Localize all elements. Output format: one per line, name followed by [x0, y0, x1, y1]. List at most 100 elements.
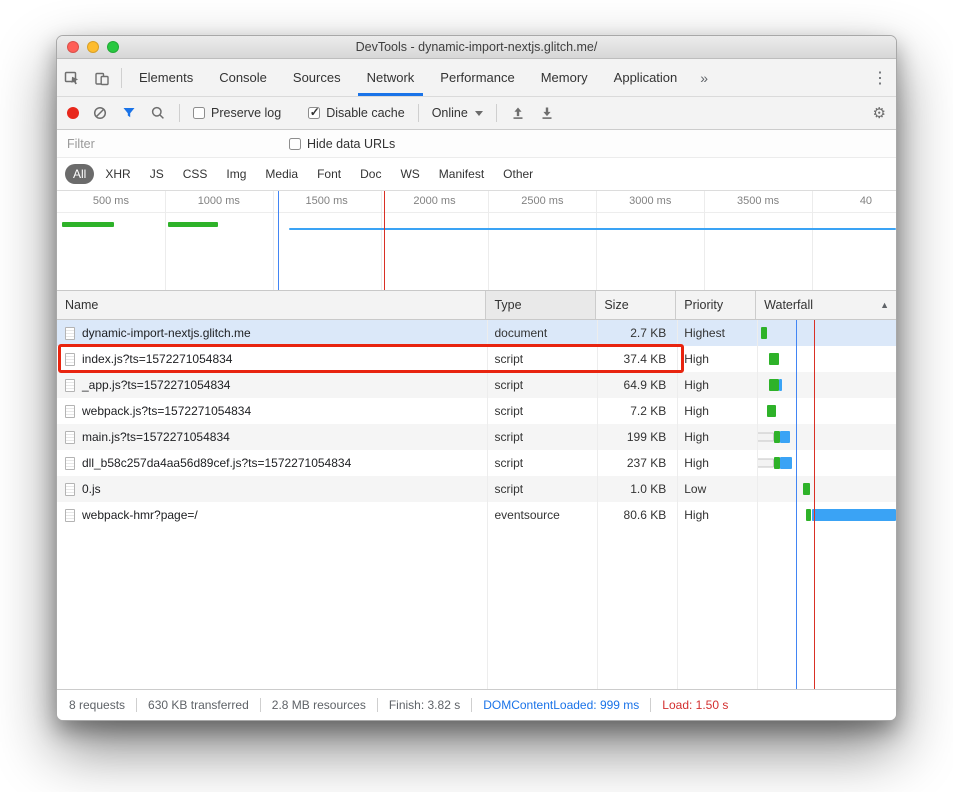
waterfall-bar-green — [806, 509, 811, 521]
type-cell: eventsource — [486, 502, 596, 528]
type-filter-xhr[interactable]: XHR — [97, 164, 138, 184]
type-cell: script — [486, 398, 596, 424]
column-header-waterfall[interactable]: Waterfall ▲ — [756, 291, 896, 319]
checkbox-box — [308, 107, 320, 119]
column-header-name[interactable]: Name — [57, 291, 486, 319]
request-row[interactable]: 0.jsscript1.0 KBLow — [57, 476, 896, 502]
overview-bar-green — [168, 222, 218, 227]
inspect-element-button[interactable] — [57, 59, 87, 96]
request-name: _app.js?ts=1572271054834 — [82, 372, 230, 398]
name-cell: webpack-hmr?page=/ — [57, 502, 486, 528]
waterfall-bar-green — [767, 405, 776, 417]
tab-elements[interactable]: Elements — [126, 59, 206, 96]
zoom-window-button[interactable] — [107, 41, 119, 53]
priority-cell: High — [676, 346, 756, 372]
waterfall-cell — [756, 450, 896, 476]
type-filter-font[interactable]: Font — [309, 164, 349, 184]
type-filter-media[interactable]: Media — [257, 164, 306, 184]
import-har-button[interactable] — [510, 105, 526, 121]
tab-performance[interactable]: Performance — [427, 59, 527, 96]
type-filter-doc[interactable]: Doc — [352, 164, 389, 184]
preserve-log-label: Preserve log — [211, 106, 281, 120]
waterfall-cell — [756, 398, 896, 424]
request-row[interactable]: dll_b58c257da4aa56d89cef.js?ts=157227105… — [57, 450, 896, 476]
table-header: Name Type Size Priority Waterfall ▲ — [57, 291, 896, 320]
status-divider — [260, 698, 261, 712]
ruler-tick: 40 — [812, 191, 896, 212]
throttling-select[interactable]: Online — [432, 106, 483, 120]
request-row[interactable]: _app.js?ts=1572271054834script64.9 KBHig… — [57, 372, 896, 398]
request-row[interactable]: index.js?ts=1572271054834script37.4 KBHi… — [57, 346, 896, 372]
type-filter-manifest[interactable]: Manifest — [431, 164, 492, 184]
tab-sources[interactable]: Sources — [280, 59, 354, 96]
size-cell: 237 KB — [596, 450, 676, 476]
resource-type-filters: AllXHRJSCSSImgMediaFontDocWSManifestOthe… — [57, 158, 896, 191]
toolbar-divider — [179, 104, 180, 122]
clear-button[interactable] — [92, 105, 108, 121]
request-row[interactable]: dynamic-import-nextjs.glitch.medocument2… — [57, 320, 896, 346]
type-filter-other[interactable]: Other — [495, 164, 541, 184]
tab-network[interactable]: Network — [354, 59, 428, 96]
type-filter-css[interactable]: CSS — [175, 164, 216, 184]
type-filter-img[interactable]: Img — [218, 164, 254, 184]
column-header-size[interactable]: Size — [596, 291, 676, 319]
type-filter-ws[interactable]: WS — [392, 164, 427, 184]
throttling-value: Online — [432, 106, 468, 120]
hide-data-urls-checkbox[interactable]: Hide data URLs — [289, 137, 395, 151]
type-filter-all[interactable]: All — [65, 164, 94, 184]
name-cell: _app.js?ts=1572271054834 — [57, 372, 486, 398]
status-divider — [471, 698, 472, 712]
request-row[interactable]: webpack-hmr?page=/eventsource80.6 KBHigh — [57, 502, 896, 528]
disable-cache-checkbox[interactable]: Disable cache — [308, 106, 405, 120]
tab-application[interactable]: Application — [601, 59, 691, 96]
column-header-type[interactable]: Type — [486, 291, 596, 319]
settings-button[interactable]: ⚙ — [873, 104, 886, 122]
priority-cell: High — [676, 424, 756, 450]
type-cell: script — [486, 450, 596, 476]
tab-memory[interactable]: Memory — [528, 59, 601, 96]
priority-cell: High — [676, 450, 756, 476]
export-har-button[interactable] — [539, 105, 555, 121]
load-marker — [814, 320, 815, 689]
waterfall-bar-green — [769, 379, 779, 391]
filter-bar: Hide data URLs — [57, 130, 896, 158]
request-row[interactable]: main.js?ts=1572271054834script199 KBHigh — [57, 424, 896, 450]
minimize-window-button[interactable] — [87, 41, 99, 53]
column-header-priority[interactable]: Priority — [676, 291, 756, 319]
titlebar[interactable]: DevTools - dynamic-import-nextjs.glitch.… — [57, 36, 896, 59]
file-icon — [65, 327, 75, 340]
tab-strip: ElementsConsoleSourcesNetworkPerformance… — [126, 59, 690, 96]
more-tabs-button[interactable]: » — [690, 59, 718, 96]
type-filter-js[interactable]: JS — [142, 164, 172, 184]
traffic-lights — [67, 41, 119, 53]
timeline-gridline — [812, 191, 813, 290]
overview-bar-green — [62, 222, 114, 227]
toolbar-divider — [496, 104, 497, 122]
request-name: dll_b58c257da4aa56d89cef.js?ts=157227105… — [82, 450, 351, 476]
dcl-marker — [796, 320, 797, 689]
close-window-button[interactable] — [67, 41, 79, 53]
inspect-icon — [64, 70, 80, 86]
status-divider — [136, 698, 137, 712]
filter-input[interactable] — [67, 137, 267, 151]
tabbar-spacer — [718, 59, 864, 96]
checkbox-box — [193, 107, 205, 119]
request-row[interactable]: webpack.js?ts=1572271054834script7.2 KBH… — [57, 398, 896, 424]
record-button[interactable] — [67, 107, 79, 119]
toggle-device-toolbar-button[interactable] — [87, 59, 117, 96]
timeline-overview[interactable]: 500 ms1000 ms1500 ms2000 ms2500 ms3000 m… — [57, 191, 896, 291]
preserve-log-checkbox[interactable]: Preserve log — [193, 106, 281, 120]
type-cell: document — [486, 320, 596, 346]
ruler-tick: 2500 ms — [488, 191, 596, 212]
ruler-tick: 500 ms — [57, 191, 165, 212]
search-button[interactable] — [150, 105, 166, 121]
waterfall-cell — [756, 502, 896, 528]
requests-count: 8 requests — [69, 698, 125, 712]
tab-console[interactable]: Console — [206, 59, 280, 96]
type-cell: script — [486, 424, 596, 450]
filter-toggle-button[interactable] — [121, 105, 137, 121]
timeline-gridline — [596, 191, 597, 290]
devtools-menu-button[interactable]: ⋮ — [864, 59, 896, 96]
resources-size: 2.8 MB resources — [272, 698, 366, 712]
ruler-tick: 1000 ms — [165, 191, 273, 212]
